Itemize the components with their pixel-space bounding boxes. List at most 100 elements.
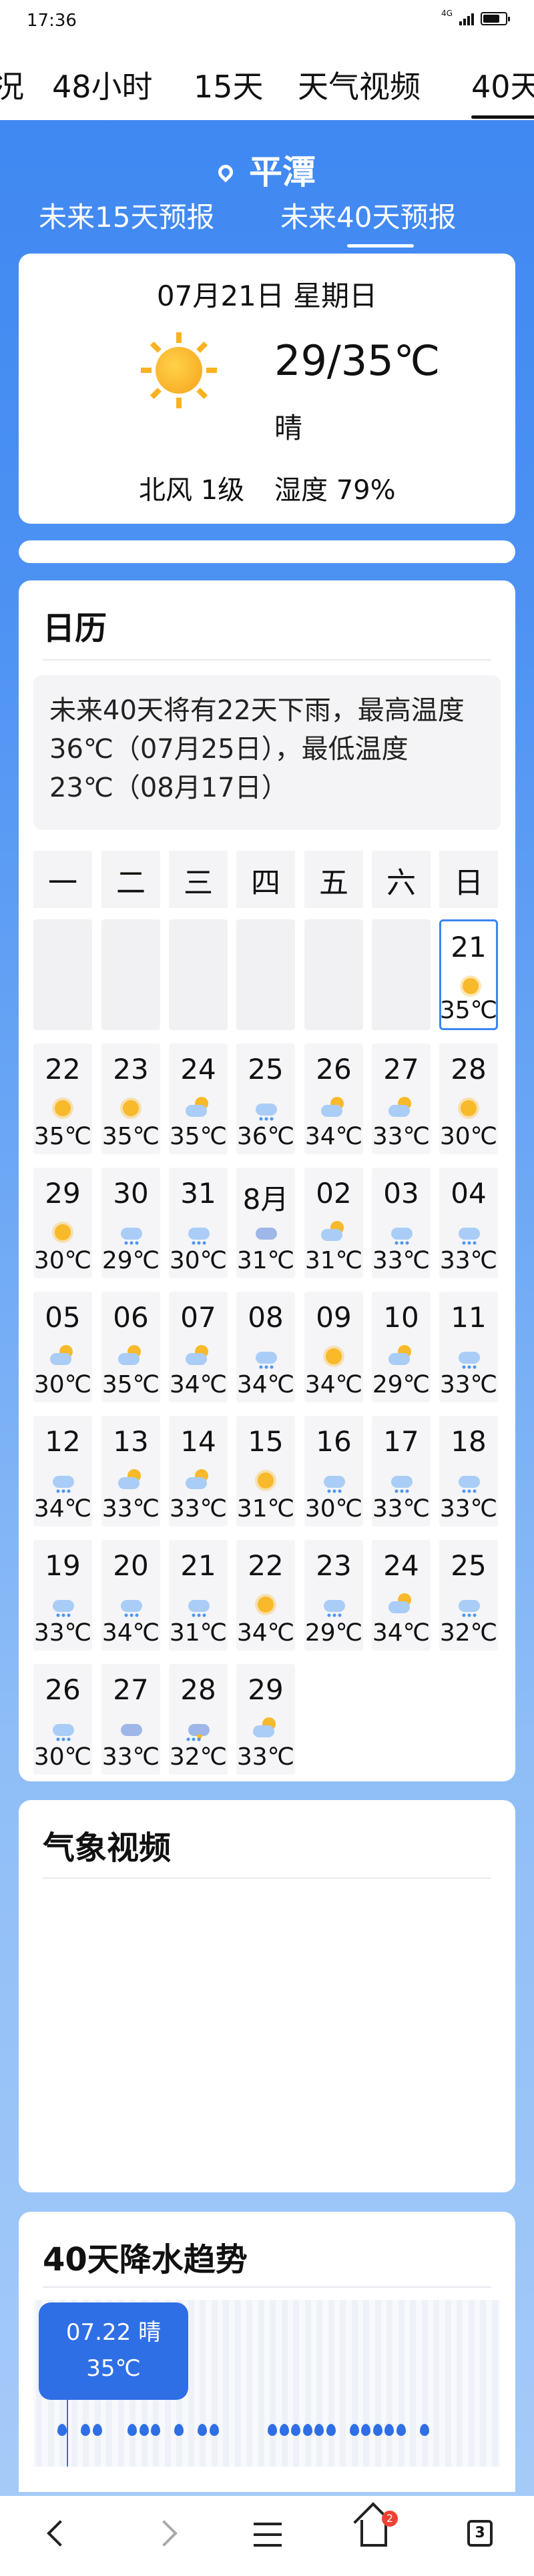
day-cell[interactable]: 15 31℃: [236, 1416, 295, 1527]
day-cell[interactable]: 21 31℃: [169, 1540, 228, 1651]
day-cell[interactable]: 29 30℃: [33, 1168, 92, 1278]
day-high-temp: 33℃: [439, 1495, 498, 1523]
day-high-temp: 32℃: [169, 1743, 228, 1771]
day-cell[interactable]: 05 30℃: [33, 1292, 92, 1402]
precip-day-column: [316, 2300, 322, 2467]
day-cell[interactable]: 11 33℃: [439, 1292, 498, 1402]
day-cell[interactable]: 07 34℃: [169, 1292, 228, 1402]
day-high-temp: 33℃: [33, 1619, 92, 1647]
day-cell[interactable]: 02 31℃: [304, 1168, 363, 1278]
day-cell[interactable]: 20 34℃: [101, 1540, 160, 1651]
day-cell[interactable]: 26 34℃: [304, 1043, 363, 1154]
back-button[interactable]: [33, 2512, 80, 2559]
day-cell[interactable]: 8月 31℃: [236, 1168, 295, 1278]
subtab-40-day-forecast[interactable]: 未来40天预报: [280, 195, 456, 248]
tab-40-days[interactable]: 40天: [471, 63, 534, 119]
day-high-temp: 35℃: [101, 1123, 160, 1150]
home-icon: [360, 2520, 387, 2547]
rain-icon: [115, 1220, 146, 1246]
day-cell[interactable]: 04 33℃: [439, 1168, 498, 1278]
partly-cloudy-icon: [183, 1096, 214, 1121]
sun-icon: [141, 332, 217, 408]
day-high-temp: 30℃: [304, 1495, 363, 1523]
day-cell[interactable]: 19 33℃: [33, 1540, 92, 1651]
rain-drop-marker: [396, 2424, 406, 2436]
menu-button[interactable]: [244, 2512, 291, 2559]
subtab-15-day-forecast[interactable]: 未来15天预报: [39, 195, 214, 236]
day-cell[interactable]: 23 29℃: [304, 1540, 363, 1651]
battery-icon: [481, 12, 510, 25]
day-high-temp: 33℃: [236, 1743, 295, 1771]
precip-day-column: [351, 2300, 358, 2467]
tabs-button[interactable]: 3: [455, 2512, 502, 2559]
day-cell[interactable]: 17 33℃: [372, 1416, 431, 1527]
day-cell[interactable]: 25 32℃: [439, 1540, 498, 1651]
home-button[interactable]: 2: [350, 2511, 398, 2559]
day-cell[interactable]: 23 35℃: [101, 1043, 160, 1154]
day-number: 30: [113, 1177, 149, 1210]
day-number: 24: [180, 1053, 216, 1086]
day-cell[interactable]: 26 30℃: [33, 1664, 92, 1775]
day-cell[interactable]: 31 30℃: [169, 1168, 228, 1278]
rain-drop-marker: [209, 2424, 219, 2436]
day-cell[interactable]: 28 30℃: [439, 1043, 498, 1154]
day-cell-today[interactable]: 21 35℃: [439, 919, 498, 1030]
tab-15-days[interactable]: 15天: [194, 63, 264, 107]
day-cell[interactable]: 08 34℃: [236, 1292, 295, 1402]
day-cell[interactable]: 28 32℃: [169, 1664, 228, 1775]
day-cell[interactable]: 24 34℃: [372, 1540, 431, 1651]
day-cell[interactable]: 29 33℃: [236, 1664, 295, 1775]
rain-drop-marker: [419, 2424, 429, 2436]
day-cell[interactable]: 10 29℃: [372, 1292, 431, 1402]
day-cell[interactable]: 22 35℃: [33, 1043, 92, 1154]
empty-day-cell: [33, 919, 92, 1030]
city-header[interactable]: 平潭: [0, 145, 534, 193]
rain-icon: [453, 1468, 484, 1494]
partly-cloudy-icon: [47, 1344, 78, 1369]
forward-button[interactable]: [138, 2512, 184, 2559]
day-number: 28: [180, 1673, 216, 1706]
video-player-area[interactable]: [43, 1893, 491, 2172]
day-number: 22: [45, 1053, 81, 1086]
calendar-card: 日历 未来40天将有22天下雨，最高温度36℃（07月25日），最低温度23℃（…: [19, 580, 515, 1781]
day-cell[interactable]: 16 30℃: [304, 1416, 363, 1527]
day-cell[interactable]: 18 33℃: [439, 1416, 498, 1527]
signal-icon: [459, 12, 474, 25]
day-cell[interactable]: 22 34℃: [236, 1540, 295, 1651]
sun-icon: [250, 1468, 281, 1493]
precip-day-column: [340, 2300, 346, 2467]
day-cell[interactable]: 09 34℃: [304, 1292, 363, 1402]
day-cell[interactable]: 13 33℃: [101, 1416, 160, 1527]
tab-48-hours[interactable]: 48小时: [52, 63, 153, 107]
today-condition: 晴: [274, 412, 303, 444]
day-cell[interactable]: 14 33℃: [169, 1416, 228, 1527]
day-cell[interactable]: 06 35℃: [101, 1292, 160, 1402]
day-cell[interactable]: 27 33℃: [372, 1043, 431, 1154]
precip-day-column: [491, 2300, 498, 2467]
day-number: 04: [451, 1177, 487, 1210]
rain-icon: [183, 1220, 214, 1246]
day-cell[interactable]: 25 36℃: [236, 1043, 295, 1154]
tab-weather-video[interactable]: 天气视频: [298, 63, 421, 107]
rain-drop-marker: [198, 2424, 207, 2436]
rain-icon: [453, 1592, 484, 1618]
day-cell[interactable]: 27 33℃: [101, 1664, 160, 1775]
precip-day-column: [468, 2300, 475, 2467]
day-number: 29: [248, 1673, 284, 1706]
location-pin-icon: [215, 161, 236, 183]
day-high-temp: 33℃: [372, 1123, 431, 1150]
day-number: 27: [113, 1673, 149, 1706]
day-high-temp: 29℃: [304, 1619, 363, 1647]
cloud-icon: [250, 1220, 281, 1245]
rain-drop-marker: [349, 2424, 359, 2436]
partly-cloudy-icon: [183, 1468, 214, 1493]
precip-day-column: [445, 2300, 451, 2467]
day-high-temp: 30℃: [33, 1247, 92, 1274]
day-cell[interactable]: 12 34℃: [33, 1416, 92, 1527]
day-high-temp: 33℃: [101, 1743, 160, 1771]
day-cell[interactable]: 30 29℃: [101, 1168, 160, 1278]
day-cell[interactable]: 24 35℃: [169, 1043, 228, 1154]
day-cell[interactable]: 03 33℃: [372, 1168, 431, 1278]
today-temperature: 29/35℃: [274, 336, 441, 385]
tab-overview[interactable]: 况: [0, 63, 24, 107]
